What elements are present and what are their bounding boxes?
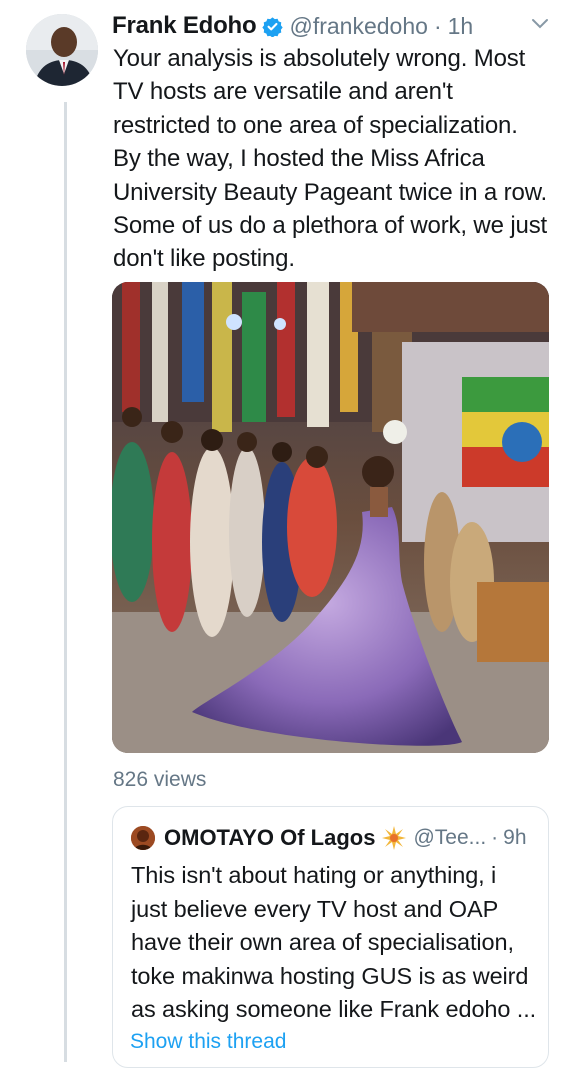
quoted-text-line: as asking someone like Frank edoho ... — [131, 996, 537, 1022]
tweet-text-line: Some of us do a plethora of work, we jus… — [113, 212, 548, 240]
quoted-text: This isn't about hating or anything, i j… — [131, 859, 541, 1027]
quoted-text-line: This isn't about hating or anything, i — [131, 862, 497, 888]
avatar[interactable] — [26, 14, 98, 86]
quoted-avatar-image — [131, 826, 155, 850]
separator-dot: · — [491, 826, 499, 849]
tweet-text-line: University Beauty Pageant twice in a row… — [113, 178, 548, 206]
author-name[interactable]: Frank Edoho — [112, 12, 257, 40]
quoted-author-name: OMOTAYO Of Lagos — [164, 825, 376, 850]
show-thread-link[interactable]: Show this thread — [130, 1030, 286, 1054]
quoted-text-line: just believe every TV host and OAP — [131, 895, 499, 922]
quoted-text-line: have their own area of specialisation, — [131, 929, 514, 955]
tweet-text-line: TV hosts are versatile and aren't — [113, 78, 453, 106]
tweet-text-line: don't like posting. — [113, 245, 295, 273]
verified-badge-icon — [262, 16, 284, 37]
quoted-time: 9h — [503, 826, 527, 849]
quoted-author-handle: @Tee... — [413, 826, 487, 849]
separator-dot: · — [433, 12, 442, 39]
tweet-header: Frank Edoho @frankedoho · 1h — [112, 9, 547, 43]
thread-line — [64, 102, 67, 1062]
quoted-avatar — [131, 826, 155, 850]
tweet-text-line: By the way, I hosted the Miss Africa — [113, 145, 485, 173]
sparkle-burst-icon — [382, 826, 407, 850]
quoted-tweet[interactable]: OMOTAYO Of Lagos @Tee... · 9h This isn't… — [112, 806, 549, 1068]
video-frame-image — [112, 282, 549, 753]
views-count: 826 views — [113, 768, 207, 791]
author-handle[interactable]: @frankedoho — [289, 13, 427, 40]
quoted-text-line: toke makinwa hosting GUS is as weird — [131, 962, 529, 989]
tweet-text-line: restricted to one area of specialization… — [113, 111, 518, 139]
tweet-text-line: Your analysis is absolutely wrong. Most — [113, 45, 526, 72]
tweet-video[interactable] — [112, 282, 549, 753]
chevron-down-icon[interactable] — [531, 17, 549, 31]
tweet-time[interactable]: 1h — [448, 13, 474, 40]
quoted-tweet-header: OMOTAYO Of Lagos @Tee... · 9h — [131, 825, 527, 851]
tweet-text: Your analysis is absolutely wrong. Most … — [113, 42, 558, 276]
avatar-image — [26, 14, 98, 86]
